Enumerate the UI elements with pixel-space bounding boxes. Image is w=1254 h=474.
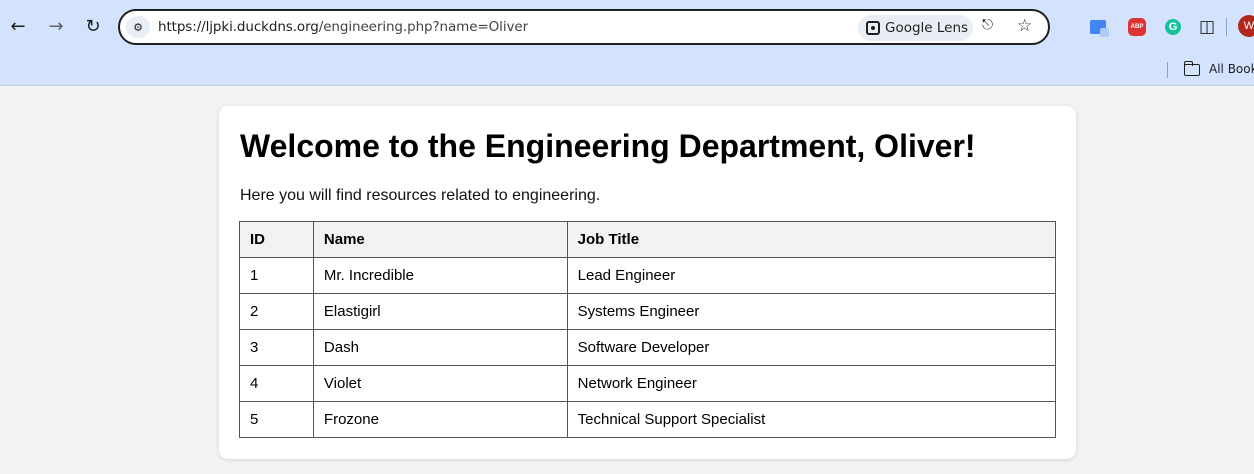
cell-name: Violet — [312, 365, 568, 402]
adblock-plus-icon[interactable]: ABP — [1126, 16, 1148, 38]
extensions-puzzle-icon[interactable]: ◫ — [1196, 16, 1218, 38]
url-path: /engineering.php?name=Oliver — [318, 19, 529, 35]
cell-id: 4 — [239, 365, 314, 402]
cell-id: 1 — [239, 257, 314, 294]
back-arrow-icon[interactable]: ← — [5, 13, 31, 39]
cell-id: 3 — [239, 329, 314, 366]
cell-job-title: Network Engineer — [566, 365, 1057, 402]
adblock-plus-label: ABP — [1128, 18, 1146, 36]
cell-id: 2 — [239, 293, 314, 330]
table-row: 4 Violet Network Engineer — [239, 365, 1057, 402]
folder-icon[interactable] — [1183, 61, 1200, 76]
google-translate-icon[interactable] — [1087, 16, 1109, 38]
star-icon[interactable]: ☆ — [1017, 16, 1032, 36]
url-host: https://ljpki.duckdns.org — [158, 19, 319, 35]
google-lens-button[interactable]: Google Lens — [858, 15, 973, 41]
employee-table: ID Name Job Title 1 Mr. Incredible Lead … — [239, 221, 1057, 438]
table-row: 2 Elastigirl Systems Engineer — [239, 293, 1057, 330]
grammarly-icon[interactable]: G — [1162, 16, 1184, 38]
all-bookmarks-link[interactable]: All Bookmarks — [1209, 62, 1254, 76]
cell-name: Elastigirl — [312, 293, 568, 330]
cell-id: 5 — [239, 401, 314, 438]
cell-name: Dash — [312, 329, 568, 366]
table-row: 1 Mr. Incredible Lead Engineer — [239, 257, 1057, 294]
table-row: 5 Frozone Technical Support Specialist — [239, 401, 1057, 438]
column-header-name: Name — [312, 221, 568, 258]
toolbar-divider — [1226, 18, 1227, 36]
browser-toolbar: ← → ↻ ⚙ https://ljpki.duckdns.org/engine… — [0, 0, 1254, 54]
cell-job-title: Technical Support Specialist — [566, 401, 1057, 438]
key-icon[interactable]: ⎋ — [982, 17, 993, 33]
google-lens-icon — [866, 21, 880, 35]
cell-name: Frozone — [312, 401, 568, 438]
cell-job-title: Lead Engineer — [566, 257, 1057, 294]
forward-arrow-icon[interactable]: → — [43, 13, 69, 39]
url-text[interactable]: https://ljpki.duckdns.org/engineering.ph… — [158, 19, 528, 35]
google-lens-label: Google Lens — [885, 20, 969, 36]
profile-avatar[interactable]: W — [1238, 15, 1254, 37]
site-info-icon[interactable]: ⚙ — [126, 16, 150, 38]
grammarly-label: G — [1165, 19, 1181, 35]
bookmarks-divider — [1167, 62, 1168, 78]
cell-job-title: Systems Engineer — [566, 293, 1057, 330]
column-header-id: ID — [239, 221, 314, 258]
address-bar[interactable]: ⚙ https://ljpki.duckdns.org/engineering.… — [118, 9, 1050, 45]
table-header-row: ID Name Job Title — [239, 221, 1057, 258]
reload-icon[interactable]: ↻ — [80, 13, 106, 39]
bookmarks-bar: All Bookmarks — [0, 54, 1254, 86]
intro-text: Here you will find resources related to … — [240, 187, 601, 204]
page-title: Welcome to the Engineering Department, O… — [240, 128, 976, 164]
content-card: Welcome to the Engineering Department, O… — [219, 106, 1076, 459]
column-header-job-title: Job Title — [566, 221, 1057, 258]
cell-name: Mr. Incredible — [312, 257, 568, 294]
table-row: 3 Dash Software Developer — [239, 329, 1057, 366]
cell-job-title: Software Developer — [566, 329, 1057, 366]
